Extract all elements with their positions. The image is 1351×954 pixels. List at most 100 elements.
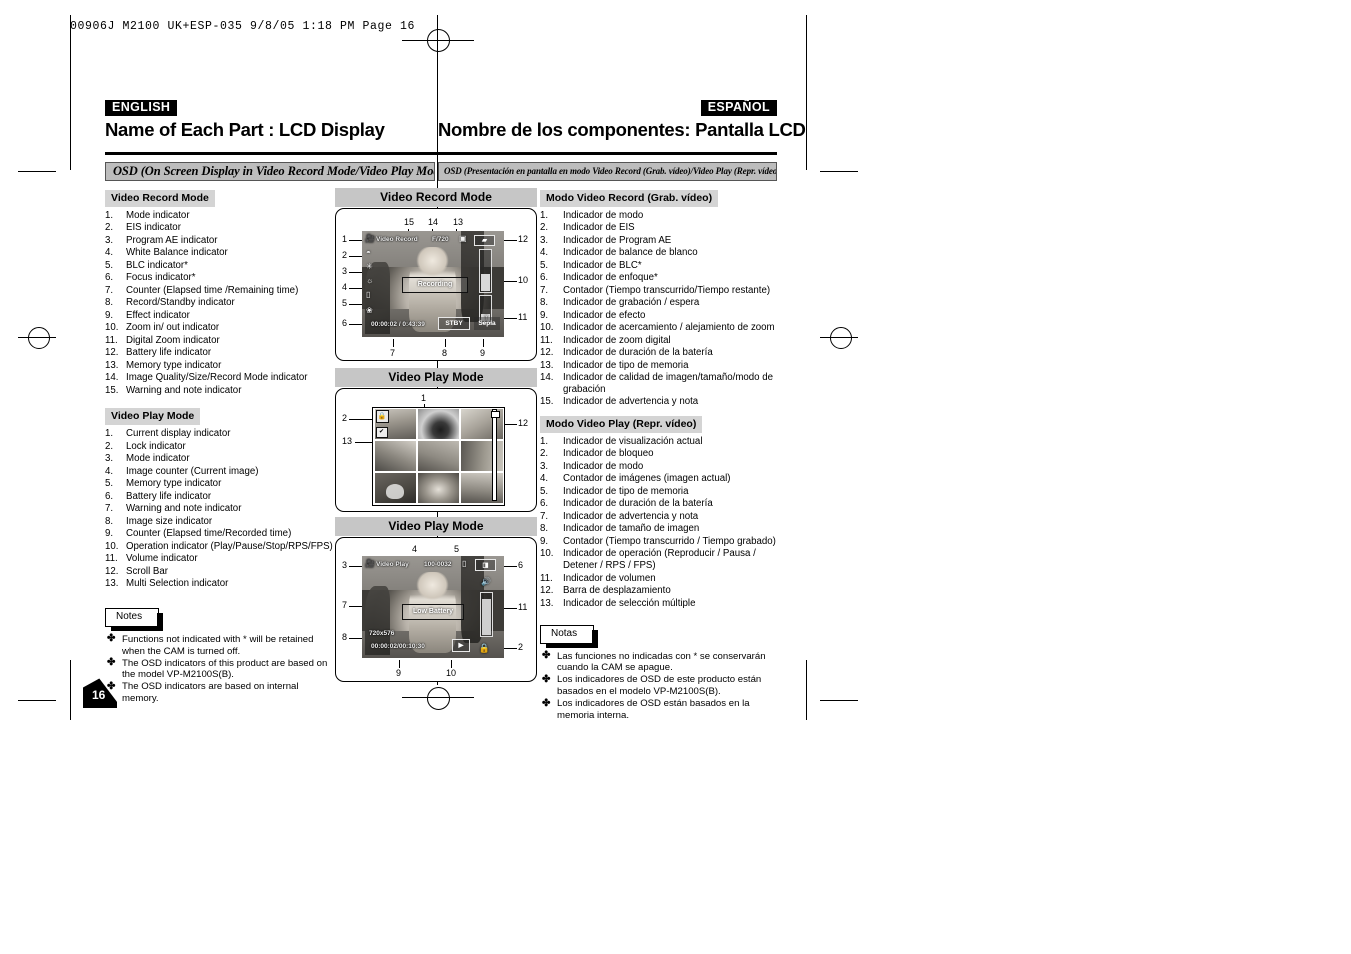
list-item: 9. Counter (Elapsed time/Recorded time) — [105, 528, 292, 539]
spanish-record-list: 1. Indicador de modo 2. Indicador de EIS 3… — [540, 210, 777, 409]
scroll-bar-knob[interactable] — [491, 410, 500, 418]
crop-mark-left-horizontal — [18, 171, 56, 172]
spanish-play-list: 1. Indicador de visualización actual 2. In… — [540, 436, 777, 610]
callout-15: 15 — [404, 216, 415, 227]
thumbnail-item[interactable] — [417, 440, 460, 472]
list-item: 3. Indicador de modo — [540, 460, 644, 472]
diagram-play-single-caption: Video Play Mode — [335, 516, 537, 536]
thumbnail-item[interactable] — [374, 472, 417, 503]
callout-multi-1: 1 — [421, 392, 427, 403]
callout-single-4: 4 — [412, 543, 418, 554]
lcd-screen-play: 🎥 Video Play 100-0032 ▯ ◨ Low Battery 🔊 … — [362, 555, 504, 658]
thumbnail-item[interactable] — [417, 409, 460, 440]
spanish-notes-list: ✤ Las funciones no indicadas con * se con… — [540, 650, 777, 722]
crop-mark-left-horizontal-bottom — [18, 700, 56, 701]
thumbnail-item[interactable] — [417, 472, 460, 503]
list-item: 5. Memory type indicator — [105, 478, 222, 489]
list-item: 10. Indicador de acercamiento / alejamien… — [540, 322, 775, 333]
page-content: ENGLISH ESPAÑOL Name of Each Part : LCD … — [83, 100, 806, 748]
lock-icon: 🔒 — [478, 642, 490, 653]
list-item: 8. Record/Standby indicator — [105, 297, 235, 308]
crop-mark-right-horizontal — [820, 171, 858, 172]
leader-10 — [504, 280, 517, 282]
thumbnail-flower-shape — [386, 484, 405, 500]
note-item: ✤ Los indicadores de OSD están basados en… — [542, 697, 750, 721]
list-item: 11. Digital Zoom indicator — [105, 334, 220, 346]
osd-mode-label: Video Record — [376, 235, 418, 243]
lock-icon: 🔒 — [375, 410, 389, 423]
leader-single-10 — [451, 659, 452, 668]
english-notes-label: Notes — [105, 607, 164, 631]
callout-single-11: 11 — [518, 601, 528, 612]
note-bullet-icon: ✤ — [107, 633, 116, 645]
column-diagrams: Video Record Mode 15 14 13 1 2 3 4 5 6 1… — [335, 187, 537, 682]
zoom-indicator-fill — [481, 273, 490, 291]
callout-single-2: 2 — [518, 641, 524, 652]
leader-9 — [483, 338, 484, 347]
battery-life-icon: ▰ — [474, 234, 495, 246]
note-item: ✤ The OSD indicators of this product are … — [107, 657, 328, 681]
callout-multi-13: 13 — [342, 435, 353, 446]
leader-single-6 — [504, 565, 517, 567]
osd-subtitle-english-text: OSD (On Screen Display in Video Record M… — [113, 163, 435, 178]
list-item: 7. Counter (Elapsed time /Remaining time) — [105, 284, 299, 296]
list-item: 9. Contador (Tiempo transcurrido / Tiempo… — [540, 535, 776, 547]
callout-9: 9 — [480, 347, 486, 358]
page-title-row: Name of Each Part : LCD Display Nombre d… — [105, 119, 806, 149]
thumbnail-item[interactable]: 🔒 ✔ — [374, 409, 417, 440]
leader-6 — [349, 323, 362, 325]
list-item: 12. Indicador de duración de la batería — [540, 347, 713, 358]
effect-label: Sepia — [478, 319, 496, 327]
leader-1 — [349, 239, 362, 241]
list-item: 13. Memory type indicator — [105, 359, 222, 371]
crop-mark-right-horizontal-bottom — [820, 700, 858, 701]
spanish-notes-block: Notas ✤ Las funciones no indicadas con * … — [540, 623, 777, 722]
callout-single-6: 6 — [518, 559, 524, 570]
callout-single-3: 3 — [342, 559, 348, 570]
list-item: 9. Indicador de efecto — [540, 309, 646, 321]
callout-multi-12: 12 — [518, 417, 529, 428]
callout-single-7: 7 — [342, 599, 348, 610]
leader-12 — [504, 239, 517, 241]
diagram-record-caption: Video Record Mode — [335, 187, 537, 207]
note-item: ✤ Functions not indicated with * will be … — [107, 633, 314, 657]
crop-mark-left-vertical — [70, 15, 71, 170]
callout-8: 8 — [442, 347, 448, 358]
note-bullet-icon: ✤ — [542, 650, 551, 662]
callout-7: 7 — [390, 347, 396, 358]
thumbnail-item[interactable] — [374, 440, 417, 472]
note-bullet-icon: ✤ — [542, 697, 551, 709]
list-item: 1. Mode indicator — [105, 209, 190, 221]
list-item: 8. Image size indicator — [105, 515, 213, 527]
list-item: 3. Program AE indicator — [105, 234, 218, 246]
page-title-english: Name of Each Part : LCD Display — [105, 119, 385, 140]
spanish-notes-label: Notas — [540, 624, 599, 648]
list-item: 4. White Balance indicator — [105, 247, 228, 258]
scroll-bar[interactable] — [491, 408, 500, 501]
list-item: 2. Lock indicator — [105, 440, 186, 452]
callout-single-9: 9 — [396, 667, 402, 678]
osd-image-size-label: 720x576 — [369, 629, 395, 637]
list-item: 2. EIS indicator — [105, 222, 181, 233]
english-record-list: 1. Mode indicator 2. EIS indicator 3. Progr… — [105, 210, 333, 397]
volume-indicator-bar — [480, 591, 493, 637]
list-item: 5. Indicador de tipo de memoria — [540, 485, 689, 497]
list-item: 3. Indicador de Program AE — [540, 234, 672, 246]
page-number-badge: 16 — [83, 678, 117, 709]
callout-4: 4 — [342, 281, 348, 292]
battery-life-icon: ◨ — [475, 558, 496, 571]
list-item: 3. Mode indicator — [105, 453, 190, 464]
osd-subtitle-english: OSD (On Screen Display in Video Record M… — [105, 161, 435, 181]
mode-camcorder-icon: 🎥 — [365, 233, 375, 243]
osd-subtitle-spanish-text: OSD (Presentación en pantalla en modo Vi… — [444, 166, 777, 176]
focus-icon: ❀ — [366, 305, 373, 315]
thumbnail-grid: 🔒 ✔ — [372, 406, 505, 506]
callout-10: 10 — [518, 274, 529, 285]
spanish-record-heading: Modo Video Record (Grab. vídeo) — [540, 189, 719, 207]
title-divider-rule — [105, 152, 777, 155]
diagram-video-play-single: 4 5 3 7 8 6 11 2 9 10 🎥 Video Play 100-0… — [335, 536, 537, 682]
list-item: 8. Indicador de tamaño de imagen — [540, 523, 700, 535]
list-item: 15. Warning and note indicator — [105, 384, 242, 396]
callout-13: 13 — [453, 216, 464, 227]
list-item: 13. Multi Selection indicator — [105, 578, 229, 589]
